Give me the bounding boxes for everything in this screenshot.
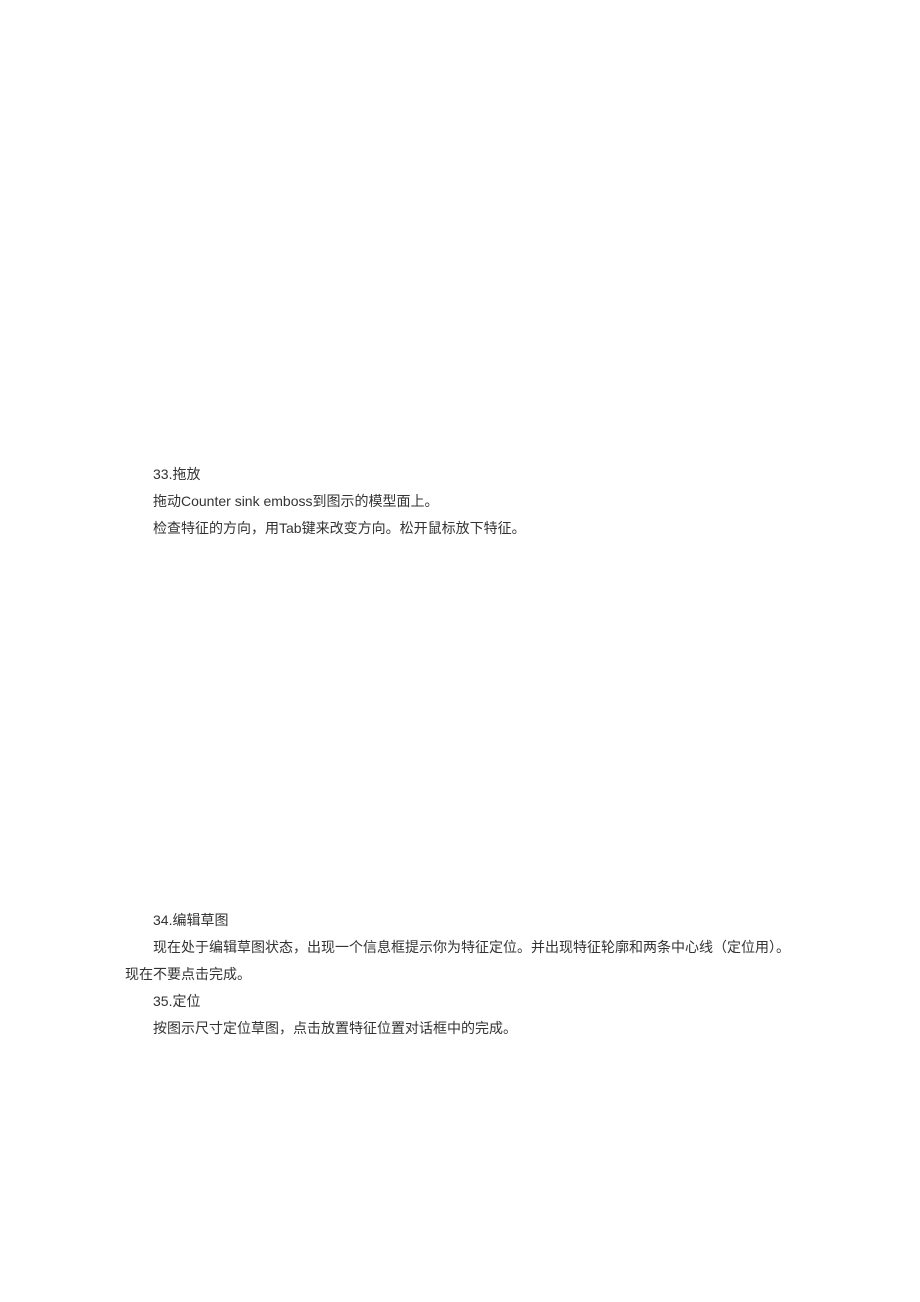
section-33-line2: 检查特征的方向，用Tab键来改变方向。松开鼠标放下特征。 bbox=[125, 516, 830, 541]
section-34-line2: 现在不要点击完成。 bbox=[125, 962, 830, 987]
document-content: 33.拖放 拖动Counter sink emboss到图示的模型面上。 检查特… bbox=[125, 462, 830, 1044]
section-33-line1: 拖动Counter sink emboss到图示的模型面上。 bbox=[125, 489, 830, 514]
section-34-title: 34.编辑草图 bbox=[125, 908, 830, 933]
section-35-line1: 按图示尺寸定位草图，点击放置特征位置对话框中的完成。 bbox=[125, 1016, 830, 1041]
spacer bbox=[125, 544, 830, 908]
section-35-title: 35.定位 bbox=[125, 989, 830, 1014]
section-34-line1: 现在处于编辑草图状态，出现一个信息框提示你为特征定位。并出现特征轮廓和两条中心线… bbox=[125, 935, 830, 960]
section-33-title: 33.拖放 bbox=[125, 462, 830, 487]
